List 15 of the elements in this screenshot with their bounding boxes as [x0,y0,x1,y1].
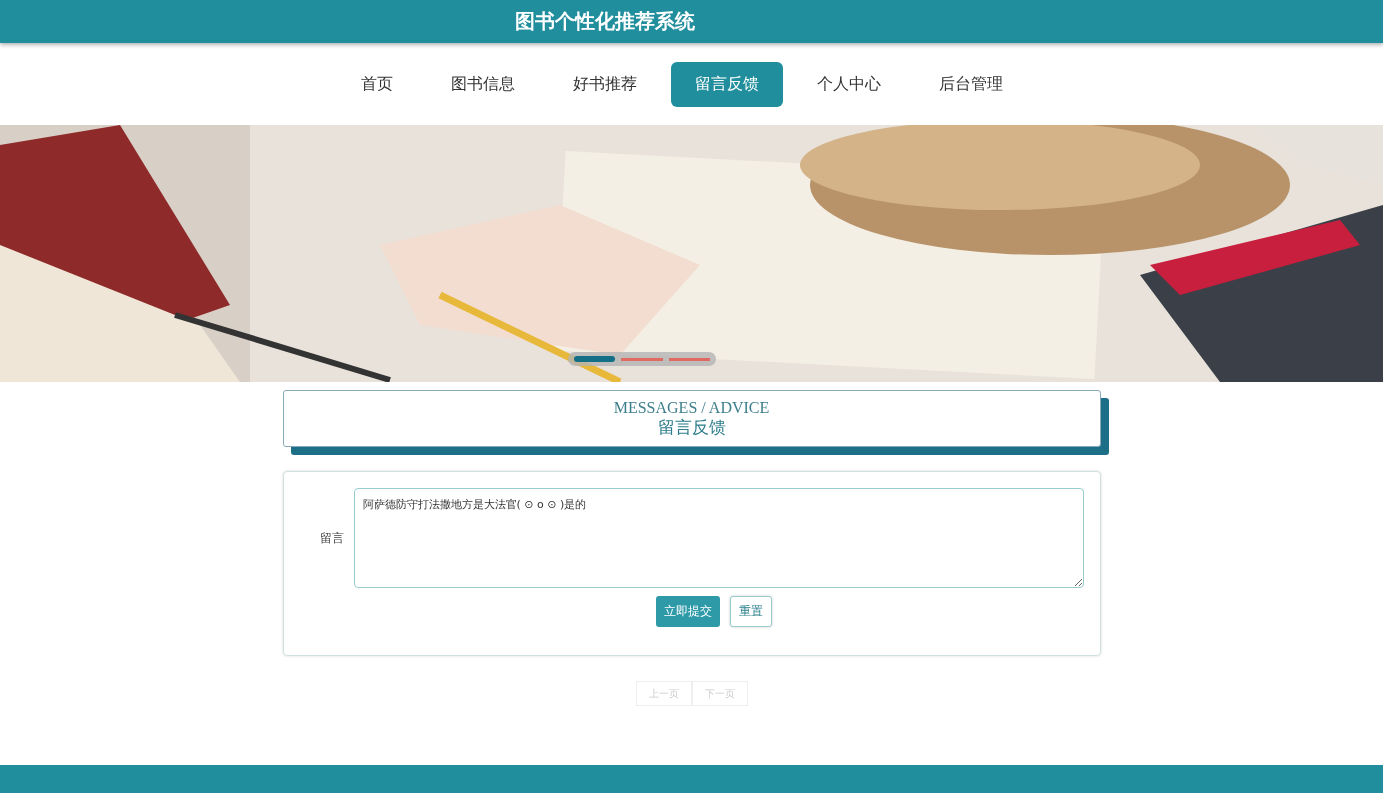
nav-tab[interactable]: 好书推荐 [548,61,661,107]
site-title: 图书个性化推荐系统 [515,8,695,35]
nav-tab[interactable]: 图书信息 [426,61,539,107]
section-title: 留言反馈 [657,417,726,437]
message-input[interactable]: 阿萨德防守打法撒地方是大法官( ⊙ o ⊙ )是的 [353,488,1084,588]
nav-tab[interactable]: 首页 [336,61,417,107]
message-label: 留言 [318,529,345,547]
carousel-indicator[interactable] [574,356,616,362]
nav-tab[interactable]: 个人中心 [792,61,905,107]
section-subtitle: MESSAGES / ADVICE [613,399,770,417]
carousel-indicator[interactable] [621,357,663,361]
nav-tab[interactable]: 留言反馈 [670,61,783,107]
reset-button[interactable]: 重置 [729,596,772,627]
carousel-indicator[interactable] [668,357,710,361]
nav-tab[interactable]: 后台管理 [914,61,1027,107]
